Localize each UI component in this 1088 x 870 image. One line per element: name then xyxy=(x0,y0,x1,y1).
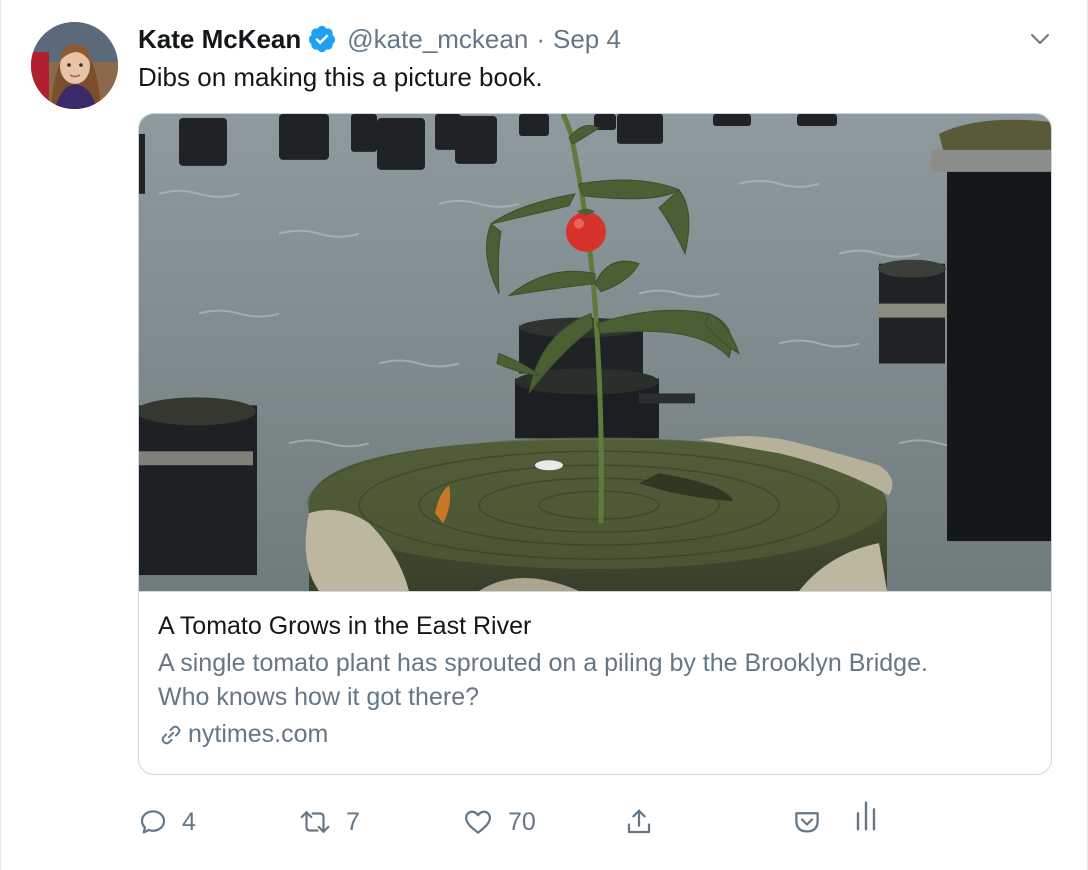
tweet-actions: 4 7 70 xyxy=(138,800,898,844)
link-card[interactable]: A Tomato Grows in the East River A singl… xyxy=(138,113,1052,775)
avatar[interactable] xyxy=(31,22,118,109)
pocket-icon xyxy=(795,812,819,833)
card-body: A Tomato Grows in the East River A singl… xyxy=(158,610,1032,749)
author-name[interactable]: Kate McKean xyxy=(138,24,301,55)
pocket-button[interactable] xyxy=(792,800,822,844)
tweet: Kate McKean @kate_mckean · Sep 4 Dibs on… xyxy=(0,0,1088,870)
share-button[interactable] xyxy=(624,800,654,844)
verified-badge-icon xyxy=(309,25,336,53)
card-domain-row: nytimes.com xyxy=(158,720,1032,749)
avatar-image xyxy=(31,22,118,109)
share-icon xyxy=(627,809,651,834)
reply-button[interactable]: 4 xyxy=(138,800,196,844)
tweet-date[interactable]: Sep 4 xyxy=(553,24,621,55)
tweet-header: Kate McKean @kate_mckean · Sep 4 xyxy=(138,22,621,56)
reply-icon xyxy=(140,810,166,834)
retweet-icon xyxy=(300,811,330,833)
like-button[interactable]: 70 xyxy=(462,800,536,844)
retweet-count: 7 xyxy=(346,807,360,836)
card-description: A single tomato plant has sprouted on a … xyxy=(158,646,1032,714)
tweet-text: Dibs on making this a picture book. xyxy=(138,62,543,92)
separator-dot: · xyxy=(536,23,545,54)
chevron-down-icon[interactable] xyxy=(1029,28,1051,50)
reply-count: 4 xyxy=(182,807,196,836)
like-count: 70 xyxy=(508,807,536,836)
analytics-icon xyxy=(856,801,876,831)
link-icon xyxy=(161,725,181,744)
card-title: A Tomato Grows in the East River xyxy=(158,612,532,640)
card-domain: nytimes.com xyxy=(188,720,329,748)
card-description-line-1: A single tomato plant has sprouted on a … xyxy=(158,649,928,677)
heart-icon xyxy=(465,810,491,834)
card-description-line-2: Who knows how it got there? xyxy=(158,683,479,711)
card-image xyxy=(139,114,1051,592)
retweet-button[interactable]: 7 xyxy=(298,800,360,844)
analytics-button[interactable] xyxy=(854,794,878,838)
author-handle[interactable]: @kate_mckean xyxy=(347,24,528,55)
